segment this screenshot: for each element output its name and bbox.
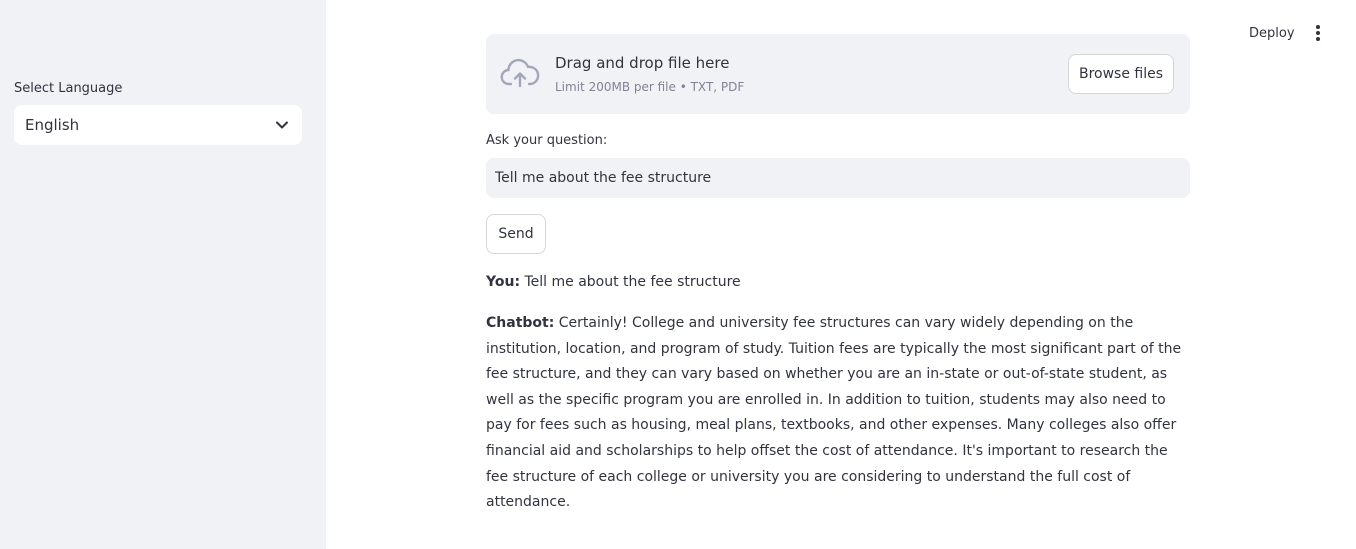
send-button[interactable]: Send (486, 214, 546, 254)
sidebar: Select Language English (0, 0, 326, 549)
drop-instructions: Drag and drop file here (555, 54, 730, 72)
chatbot-message: Chatbot: Certainly! College and universi… (486, 311, 1192, 516)
chatbot-message-text: Certainly! College and university fee st… (486, 315, 1182, 511)
language-label: Select Language (14, 81, 123, 96)
vertical-dots-icon[interactable] (1306, 20, 1330, 46)
app-root: Select Language English Deploy Drag and … (0, 0, 1356, 549)
user-message: You: Tell me about the fee structure (486, 270, 1192, 296)
language-selected-value: English (25, 116, 80, 134)
deploy-button[interactable]: Deploy (1240, 20, 1304, 46)
user-speaker: You: (486, 274, 521, 290)
chevron-down-icon (274, 117, 290, 133)
question-input[interactable] (486, 158, 1190, 198)
file-limit-text: Limit 200MB per file • TXT, PDF (555, 80, 745, 94)
user-message-text: Tell me about the fee structure (524, 274, 741, 290)
browse-files-button[interactable]: Browse files (1068, 54, 1174, 94)
cloud-upload-icon (500, 58, 540, 90)
chatbot-speaker: Chatbot: (486, 315, 555, 331)
question-label: Ask your question: (486, 133, 608, 148)
language-select[interactable]: English (14, 105, 302, 145)
